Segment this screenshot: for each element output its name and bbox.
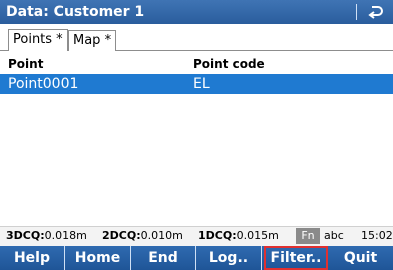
input-mode-indicator: abc [324, 229, 344, 242]
clock: 15:02 [361, 229, 393, 242]
status-1dcq: 1DCQ:0.015m [198, 229, 279, 242]
fn-key-indicator: Fn [296, 228, 320, 244]
tab-points[interactable]: Points * [8, 29, 68, 51]
home-button[interactable]: Home [65, 246, 131, 270]
column-header-point: Point [8, 57, 44, 71]
cell-point: Point0001 [8, 76, 79, 92]
log-button[interactable]: Log.. [196, 246, 262, 270]
status-3dcq-label: 3DCQ: [6, 229, 45, 242]
quit-button[interactable]: Quit [328, 246, 393, 270]
return-arrow-icon[interactable] [366, 2, 386, 22]
status-3dcq: 3DCQ:0.018m [6, 229, 87, 242]
status-1dcq-label: 1DCQ: [198, 229, 237, 242]
table-row[interactable]: Point0001 EL [0, 74, 393, 94]
status-bar: 3DCQ:0.018m 2DCQ:0.010m 1DCQ:0.015m Fn a… [0, 226, 393, 246]
window-title: Data: Customer 1 [6, 4, 145, 20]
status-2dcq-value: 0.010m [140, 229, 183, 242]
softkey-bar: Help Home End Log.. Filter.. Quit [0, 246, 393, 270]
status-2dcq-label: 2DCQ: [102, 229, 141, 242]
table-header: Point Point code [0, 56, 393, 73]
end-button[interactable]: End [131, 246, 196, 270]
help-button[interactable]: Help [0, 246, 65, 270]
title-separator [356, 4, 357, 20]
title-bar: Data: Customer 1 [0, 0, 393, 24]
status-3dcq-value: 0.018m [44, 229, 87, 242]
status-1dcq-value: 0.015m [236, 229, 279, 242]
tab-strip: Points * Map * [0, 24, 393, 56]
filter-button[interactable]: Filter.. [264, 246, 328, 270]
cell-point-code: EL [193, 76, 210, 92]
status-2dcq: 2DCQ:0.010m [102, 229, 183, 242]
tab-map[interactable]: Map * [68, 30, 117, 51]
column-header-point-code: Point code [193, 57, 265, 71]
